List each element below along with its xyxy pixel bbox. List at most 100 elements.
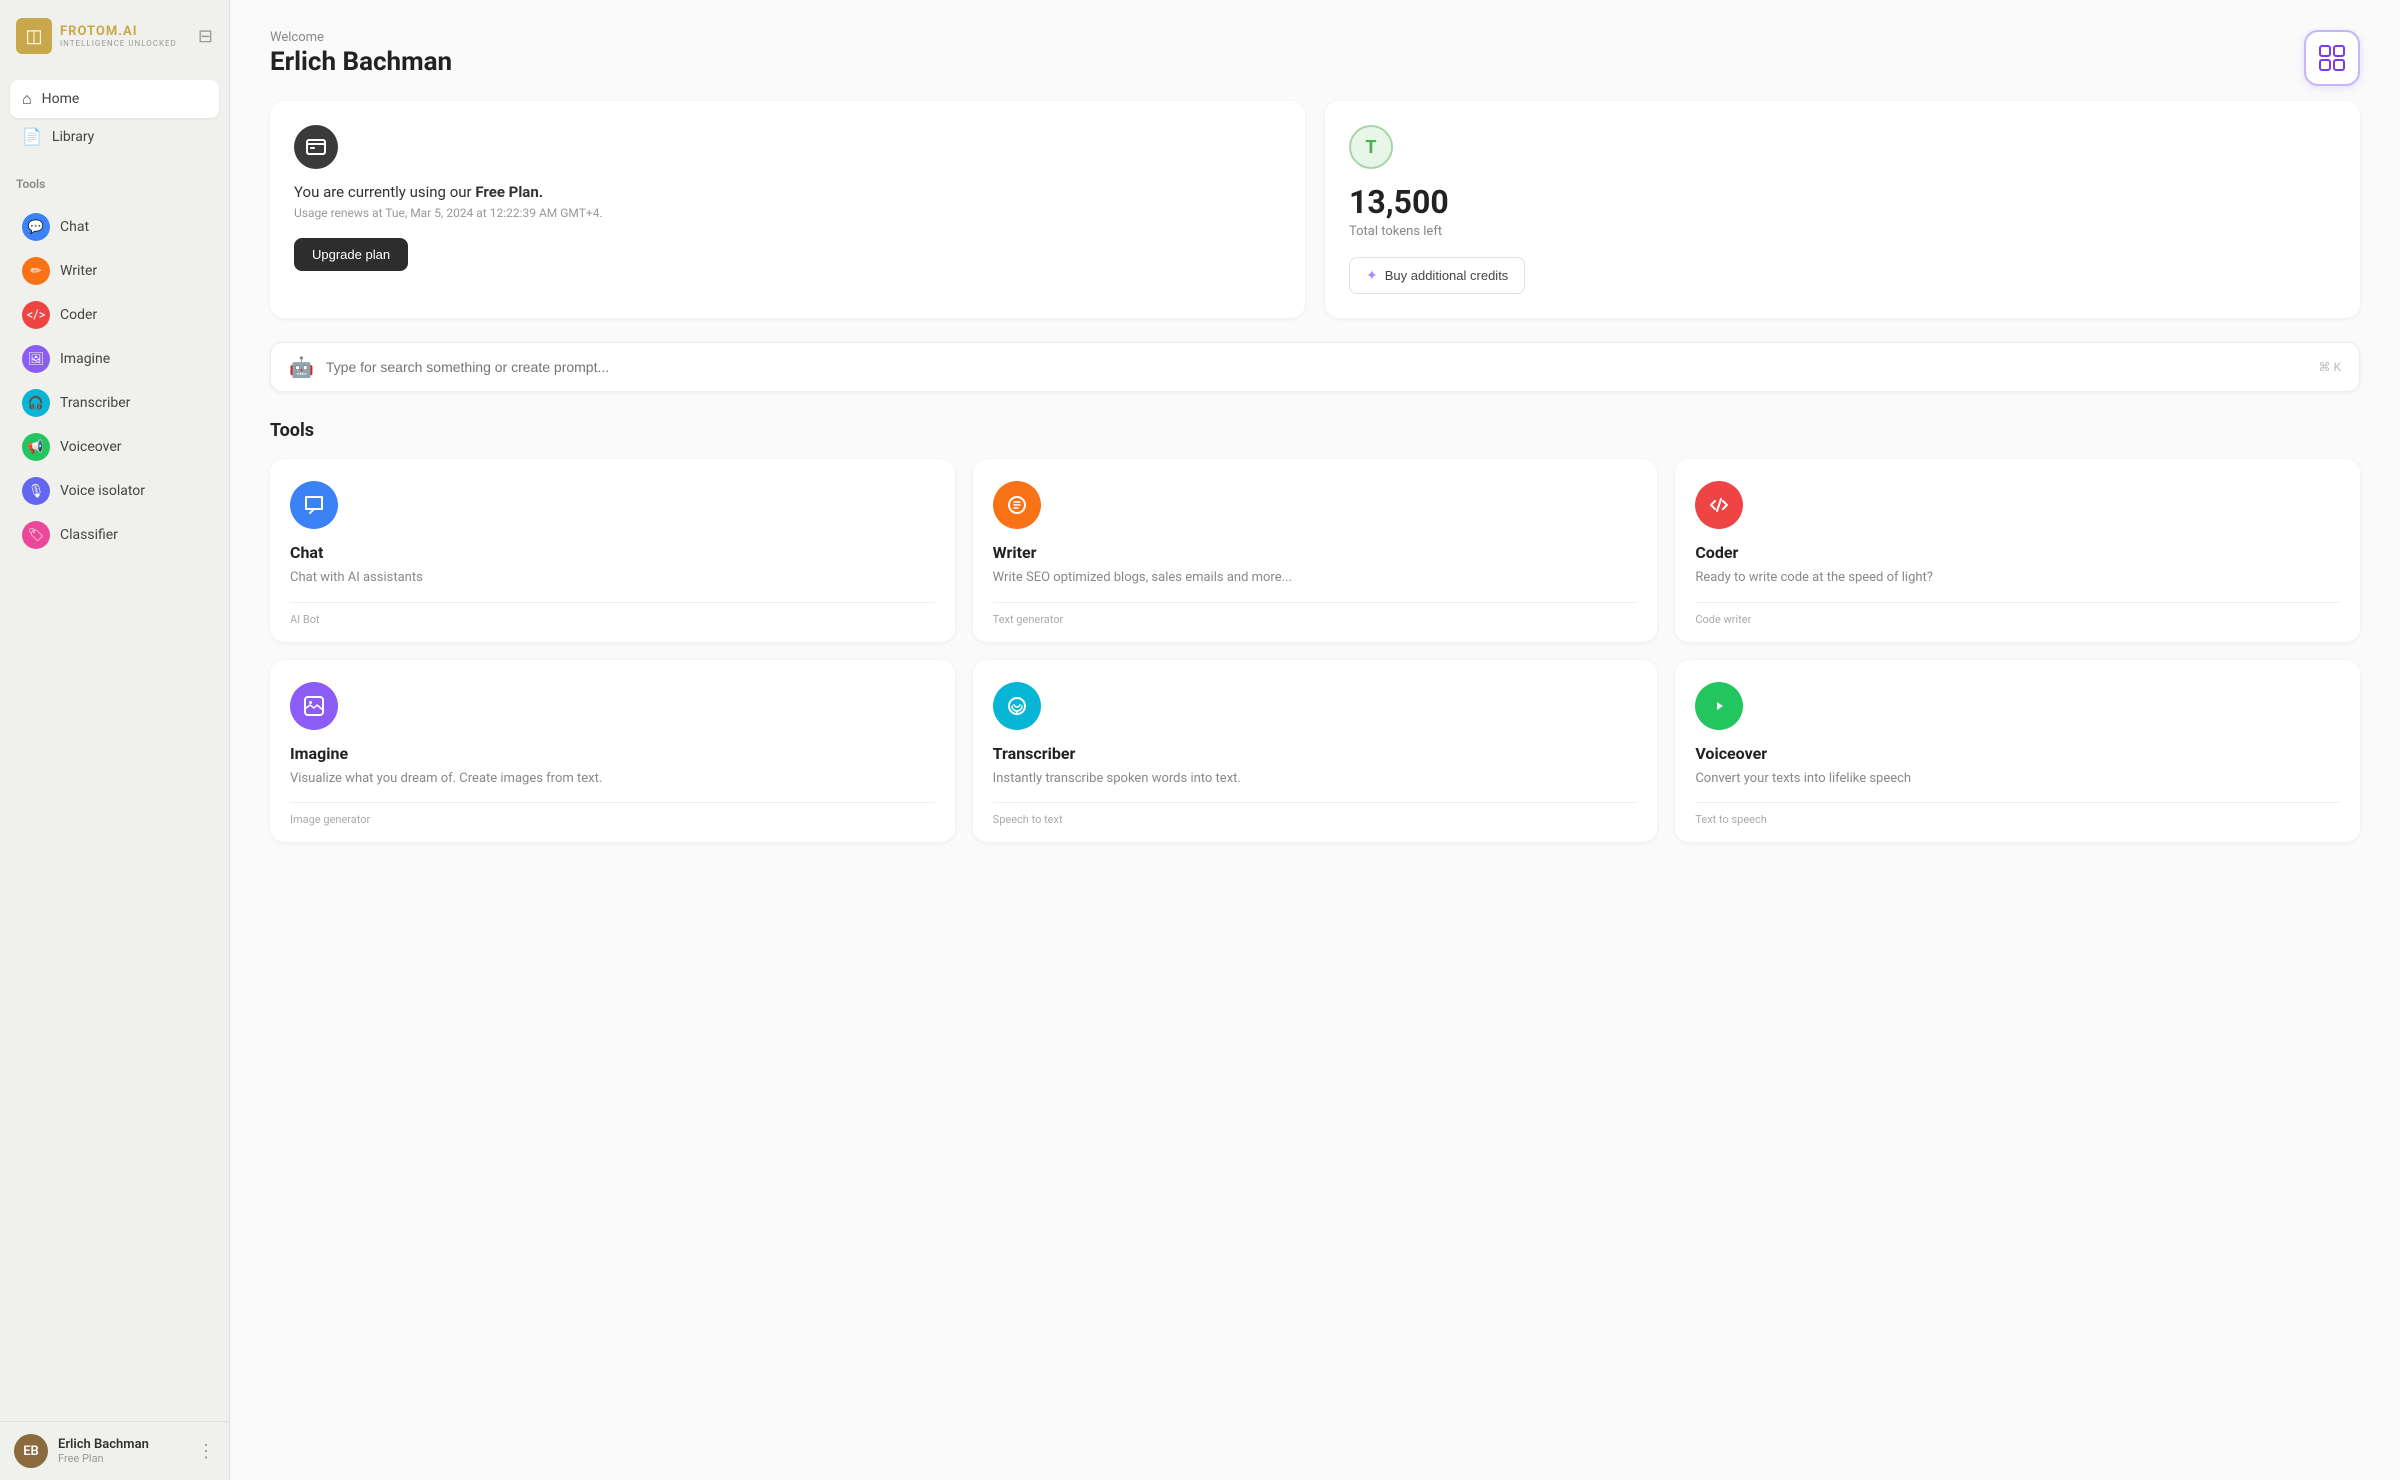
footer-user-plan: Free Plan xyxy=(58,1452,149,1465)
search-input[interactable] xyxy=(326,359,2307,375)
sidebar-item-writer[interactable]: ✏ Writer xyxy=(10,249,219,293)
logo-icon: ◫ xyxy=(16,18,52,54)
tool-card-voiceover-tag: Text to speech xyxy=(1695,802,2340,826)
voiceover-dot-icon: 📢 xyxy=(22,433,50,461)
sidebar-nav: ⌂ Home 📄 Library xyxy=(0,72,229,163)
tool-card-transcriber-name: Transcriber xyxy=(993,744,1638,763)
tool-card-coder-desc: Ready to write code at the speed of ligh… xyxy=(1695,568,2340,588)
welcome-name: Erlich Bachman xyxy=(270,47,2360,77)
tool-card-transcriber-desc: Instantly transcribe spoken words into t… xyxy=(993,769,1638,789)
tool-card-voiceover-name: Voiceover xyxy=(1695,744,2340,763)
tool-card-imagine-desc: Visualize what you dream of. Create imag… xyxy=(290,769,935,789)
imagine-dot-icon: 🖼 xyxy=(22,345,50,373)
plan-renewal: Usage renews at Tue, Mar 5, 2024 at 12:2… xyxy=(294,206,1281,220)
sidebar-item-voiceover[interactable]: 📢 Voiceover xyxy=(10,425,219,469)
tool-card-writer-name: Writer xyxy=(993,543,1638,562)
sidebar-item-coder[interactable]: </> Coder xyxy=(10,293,219,337)
transcriber-dot-icon: 🎧 xyxy=(22,389,50,417)
sidebar-classifier-label: Classifier xyxy=(60,527,118,543)
tool-card-coder[interactable]: Coder Ready to write code at the speed o… xyxy=(1675,459,2360,642)
tokens-number: 13,500 xyxy=(1349,183,2336,221)
tool-card-chat[interactable]: Chat Chat with AI assistants AI Bot xyxy=(270,459,955,642)
tool-card-writer[interactable]: Writer Write SEO optimized blogs, sales … xyxy=(973,459,1658,642)
plan-text: You are currently using our Free Plan. xyxy=(294,183,1281,201)
sidebar-footer: EB Erlich Bachman Free Plan ⋮ xyxy=(0,1421,229,1480)
chat-dot-icon: 💬 xyxy=(22,213,50,241)
tool-card-imagine-tag: Image generator xyxy=(290,802,935,826)
tool-card-coder-icon xyxy=(1695,481,1743,529)
sidebar-item-library[interactable]: 📄 Library xyxy=(10,118,219,155)
sidebar-transcriber-label: Transcriber xyxy=(60,395,130,411)
tool-card-coder-tag: Code writer xyxy=(1695,602,2340,626)
avatar: EB xyxy=(14,1434,48,1468)
sidebar-item-voice-isolator[interactable]: 🎙 Voice isolator xyxy=(10,469,219,513)
sidebar-item-library-label: Library xyxy=(52,129,94,145)
sidebar-imagine-label: Imagine xyxy=(60,351,110,367)
voice-isolator-dot-icon: 🎙 xyxy=(22,477,50,505)
tokens-card-icon: T xyxy=(1349,125,1393,169)
tool-card-imagine-icon xyxy=(290,682,338,730)
sidebar-item-imagine[interactable]: 🖼 Imagine xyxy=(10,337,219,381)
logo-text-block: FROTOM.AI INTELLIGENCE UNLOCKED xyxy=(60,24,177,48)
tool-card-voiceover[interactable]: Voiceover Convert your texts into lifeli… xyxy=(1675,660,2360,843)
sidebar-item-classifier[interactable]: 🏷 Classifier xyxy=(10,513,219,557)
coder-dot-icon: </> xyxy=(22,301,50,329)
plan-card-icon xyxy=(294,125,338,169)
footer-menu-icon[interactable]: ⋮ xyxy=(197,1441,215,1462)
plan-name: Free Plan. xyxy=(475,183,543,201)
tool-card-writer-tag: Text generator xyxy=(993,602,1638,626)
tool-card-imagine[interactable]: Imagine Visualize what you dream of. Cre… xyxy=(270,660,955,843)
sidebar-writer-label: Writer xyxy=(60,263,97,279)
top-cards: You are currently using our Free Plan. U… xyxy=(270,101,2360,318)
tool-card-transcriber-tag: Speech to text xyxy=(993,802,1638,826)
tool-card-writer-desc: Write SEO optimized blogs, sales emails … xyxy=(993,568,1638,588)
tool-card-imagine-name: Imagine xyxy=(290,744,935,763)
classifier-dot-icon: 🏷 xyxy=(22,521,50,549)
sidebar-chat-label: Chat xyxy=(60,219,89,235)
tool-card-transcriber[interactable]: Transcriber Instantly transcribe spoken … xyxy=(973,660,1658,843)
tool-card-chat-icon xyxy=(290,481,338,529)
tools-heading: Tools xyxy=(270,420,2360,441)
footer-user-info: Erlich Bachman Free Plan xyxy=(58,1437,149,1465)
writer-dot-icon: ✏ xyxy=(22,257,50,285)
sidebar-item-home-label: Home xyxy=(42,91,80,107)
tool-card-voiceover-desc: Convert your texts into lifelike speech xyxy=(1695,769,2340,789)
tokens-label: Total tokens left xyxy=(1349,224,2336,239)
tool-card-chat-name: Chat xyxy=(290,543,935,562)
sidebar-voice-isolator-label: Voice isolator xyxy=(60,483,145,499)
tools-nav: 💬 Chat ✏ Writer </> Coder 🖼 Imagine 🎧 Tr… xyxy=(0,197,229,565)
tool-card-voiceover-icon xyxy=(1695,682,1743,730)
logo-name: FROTOM.AI xyxy=(60,24,177,39)
app-icon-corner xyxy=(2304,30,2360,86)
upgrade-plan-button[interactable]: Upgrade plan xyxy=(294,238,408,271)
logo-subtitle: INTELLIGENCE UNLOCKED xyxy=(60,39,177,48)
tools-grid: Chat Chat with AI assistants AI Bot Writ… xyxy=(270,459,2360,842)
logo-area: ◫ FROTOM.AI INTELLIGENCE UNLOCKED ⊟ xyxy=(0,0,229,72)
search-bar: 🤖 ⌘ K xyxy=(270,342,2360,392)
search-bot-icon: 🤖 xyxy=(289,355,314,379)
sidebar-item-chat[interactable]: 💬 Chat xyxy=(10,205,219,249)
search-shortcut: ⌘ K xyxy=(2318,360,2341,374)
tokens-card: T 13,500 Total tokens left ✦ Buy additio… xyxy=(1325,101,2360,318)
tools-section-label: Tools xyxy=(0,163,229,197)
welcome-greeting: Welcome xyxy=(270,30,2360,45)
sidebar-item-home[interactable]: ⌂ Home xyxy=(10,80,219,118)
buy-credits-label: Buy additional credits xyxy=(1385,268,1509,283)
sidebar: ◫ FROTOM.AI INTELLIGENCE UNLOCKED ⊟ ⌂ Ho… xyxy=(0,0,230,1480)
buy-credits-button[interactable]: ✦ Buy additional credits xyxy=(1349,257,1525,294)
sidebar-voiceover-label: Voiceover xyxy=(60,439,121,455)
tool-card-writer-icon xyxy=(993,481,1041,529)
tool-card-transcriber-icon xyxy=(993,682,1041,730)
search-shortcut-text: ⌘ K xyxy=(2318,360,2341,374)
tool-card-chat-desc: Chat with AI assistants xyxy=(290,568,935,588)
home-icon: ⌂ xyxy=(22,89,32,109)
sidebar-item-transcriber[interactable]: 🎧 Transcriber xyxy=(10,381,219,425)
tool-card-chat-tag: AI Bot xyxy=(290,602,935,626)
footer-user-name: Erlich Bachman xyxy=(58,1437,149,1452)
sidebar-coder-label: Coder xyxy=(60,307,97,323)
tool-card-coder-name: Coder xyxy=(1695,543,2340,562)
plan-prefix: You are currently using our xyxy=(294,183,475,201)
spark-icon: ✦ xyxy=(1366,267,1378,284)
plan-card: You are currently using our Free Plan. U… xyxy=(270,101,1305,318)
sidebar-toggle-icon[interactable]: ⊟ xyxy=(198,26,213,47)
